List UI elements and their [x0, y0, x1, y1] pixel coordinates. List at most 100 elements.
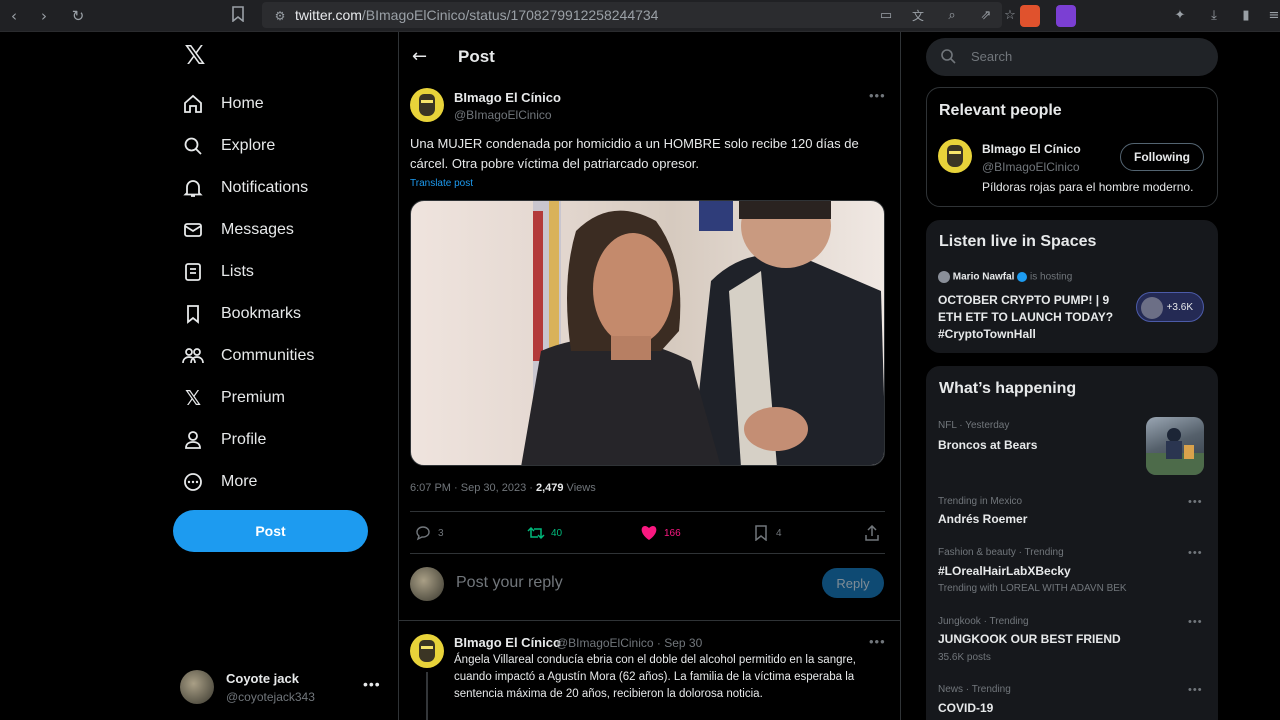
rewards-icon[interactable]	[1056, 5, 1076, 27]
avatar	[180, 670, 214, 704]
more-dots-icon[interactable]: •••	[1188, 616, 1203, 628]
space-listeners[interactable]: +3.6K	[1136, 292, 1204, 322]
menu-icon[interactable]: ≡	[1264, 6, 1280, 26]
post-button[interactable]: Post	[173, 510, 368, 552]
bookmark-action[interactable]: 4	[752, 522, 782, 544]
download-icon[interactable]: ⤓	[1204, 6, 1224, 26]
nav-label: Lists	[221, 263, 254, 280]
trend-extra[interactable]: Trending with LOREAL WITH ADAVN BEK	[938, 583, 1127, 594]
search-input[interactable]: Search	[926, 38, 1218, 76]
trend-title[interactable]: JUNGKOOK OUR BEST FRIEND	[938, 632, 1121, 646]
trend-title[interactable]: Broncos at Bears	[938, 438, 1037, 452]
forward-arrow-icon[interactable]: ›	[34, 6, 54, 26]
following-button[interactable]: Following	[1120, 143, 1204, 171]
person-handle[interactable]: @BImagoElCinico	[982, 160, 1080, 174]
bell-icon	[180, 175, 206, 201]
cast-icon[interactable]: ▭	[876, 6, 896, 26]
back-arrow-icon[interactable]: ‹	[4, 6, 24, 26]
account-switcher[interactable]: Coyote jack @coyotejack343 •••	[180, 668, 390, 708]
card-title: Relevant people	[939, 102, 1062, 119]
card-title: Listen live in Spaces	[939, 233, 1097, 250]
reload-icon[interactable]: ↻	[68, 6, 88, 26]
space-title: OCTOBER CRYPTO PUMP! | 9 ETH ETF TO LAUN…	[938, 293, 1114, 341]
page-title: Post	[458, 47, 495, 66]
repost-action[interactable]: 40	[527, 522, 562, 544]
trend-title[interactable]: Andrés Roemer	[938, 512, 1027, 526]
back-arrow-icon[interactable]: ←	[412, 46, 427, 67]
site-settings-icon[interactable]: ⚙	[270, 6, 290, 26]
account-name: Coyote jack	[226, 671, 299, 686]
trend-title[interactable]: #LOrealHairLabXBecky	[938, 564, 1071, 578]
tweet-media-image[interactable]	[410, 200, 885, 466]
listener-count: +3.6K	[1166, 301, 1193, 313]
tweet-author-name[interactable]: BImago El Cínico	[454, 90, 561, 105]
bookmark-page-icon[interactable]	[228, 6, 248, 26]
nav-label: Notifications	[221, 179, 309, 196]
reply-button[interactable]: Reply	[822, 568, 884, 598]
space-host-line[interactable]: Mario Nawfal is hosting	[938, 271, 1072, 283]
trend-context: Jungkook · Trending	[938, 616, 1029, 627]
x-logo-icon[interactable]: 𝕏	[182, 42, 208, 70]
nav-label: Explore	[221, 137, 276, 154]
nav-notifications[interactable]: Notifications	[180, 171, 308, 205]
account-handle: @coyotejack343	[226, 690, 315, 704]
nav-profile[interactable]: Profile	[180, 423, 266, 457]
more-dots-icon[interactable]: •••	[1188, 496, 1203, 508]
thread-line	[426, 672, 428, 720]
trend-thumbnail[interactable]	[1146, 417, 1204, 475]
share-action[interactable]	[863, 522, 887, 544]
avatar[interactable]	[410, 88, 444, 122]
nav-explore[interactable]: Explore	[180, 129, 275, 163]
views-count: 2,479	[535, 482, 564, 494]
nav-communities[interactable]: Communities	[180, 339, 314, 373]
translate-link[interactable]: Translate post	[410, 178, 473, 189]
search-icon	[940, 48, 958, 66]
avatar[interactable]	[938, 139, 972, 173]
share-icon[interactable]: ⇗	[976, 6, 996, 26]
verified-badge-icon	[1017, 272, 1028, 282]
nav-messages[interactable]: Messages	[180, 213, 294, 247]
share-icon	[863, 524, 881, 542]
nav-label: Premium	[221, 389, 286, 406]
reply-action[interactable]: 3	[414, 522, 444, 544]
nav-label: Communities	[221, 347, 315, 364]
more-dots-icon[interactable]: •••	[363, 676, 381, 692]
tweet-author-handle[interactable]: @BImagoElCinico	[454, 108, 552, 122]
zoom-icon[interactable]: ⌕	[942, 6, 962, 26]
brave-shield-icon[interactable]	[1020, 5, 1040, 27]
url-text[interactable]: twitter.com/BImagoElCinico/status/170827…	[295, 7, 658, 23]
bookmark-count: 4	[776, 527, 782, 539]
translate-icon[interactable]: 文	[908, 6, 928, 26]
repost-count: 40	[551, 527, 563, 539]
reply-icon	[414, 524, 432, 542]
tweet-timestamp[interactable]: 6:07 PM · Sep 30, 2023 ·	[410, 482, 536, 494]
nav-lists[interactable]: Lists	[180, 255, 254, 289]
tweet-author-name[interactable]: BImago El Cínico	[454, 635, 561, 650]
more-dots-icon[interactable]: •••	[869, 88, 886, 103]
nav-label: Home	[221, 95, 264, 112]
list-icon	[180, 259, 206, 285]
tweet-author-handle[interactable]: @BImagoElCinico · Sep 30	[556, 636, 702, 650]
avatar	[1141, 297, 1163, 319]
like-count: 166	[664, 527, 681, 539]
more-dots-icon[interactable]: •••	[869, 634, 886, 649]
envelope-icon	[180, 217, 206, 243]
extensions-icon[interactable]: ✦	[1170, 6, 1190, 26]
star-icon[interactable]: ☆	[1000, 6, 1020, 26]
tweet-text: Ángela Villareal conducía ebria con el d…	[454, 654, 856, 700]
avatar[interactable]	[410, 634, 444, 668]
like-action[interactable]: 166	[640, 522, 681, 544]
nav-bookmarks[interactable]: Bookmarks	[180, 297, 301, 331]
search-placeholder: Search	[971, 49, 1013, 64]
nav-premium[interactable]: 𝕏 Premium	[180, 381, 285, 415]
person-name[interactable]: BImago El Cínico	[982, 142, 1081, 156]
more-dots-icon[interactable]: •••	[1188, 547, 1203, 559]
sidebar-icon[interactable]: ▮	[1236, 6, 1256, 26]
nav-label: Messages	[221, 221, 294, 238]
more-dots-icon[interactable]: •••	[1188, 684, 1203, 696]
bookmark-icon	[752, 524, 770, 542]
trend-title[interactable]: COVID-19	[938, 701, 993, 715]
nav-home[interactable]: Home	[180, 87, 264, 121]
reply-input[interactable]: Post your reply	[456, 574, 563, 592]
nav-more[interactable]: More	[180, 465, 257, 499]
